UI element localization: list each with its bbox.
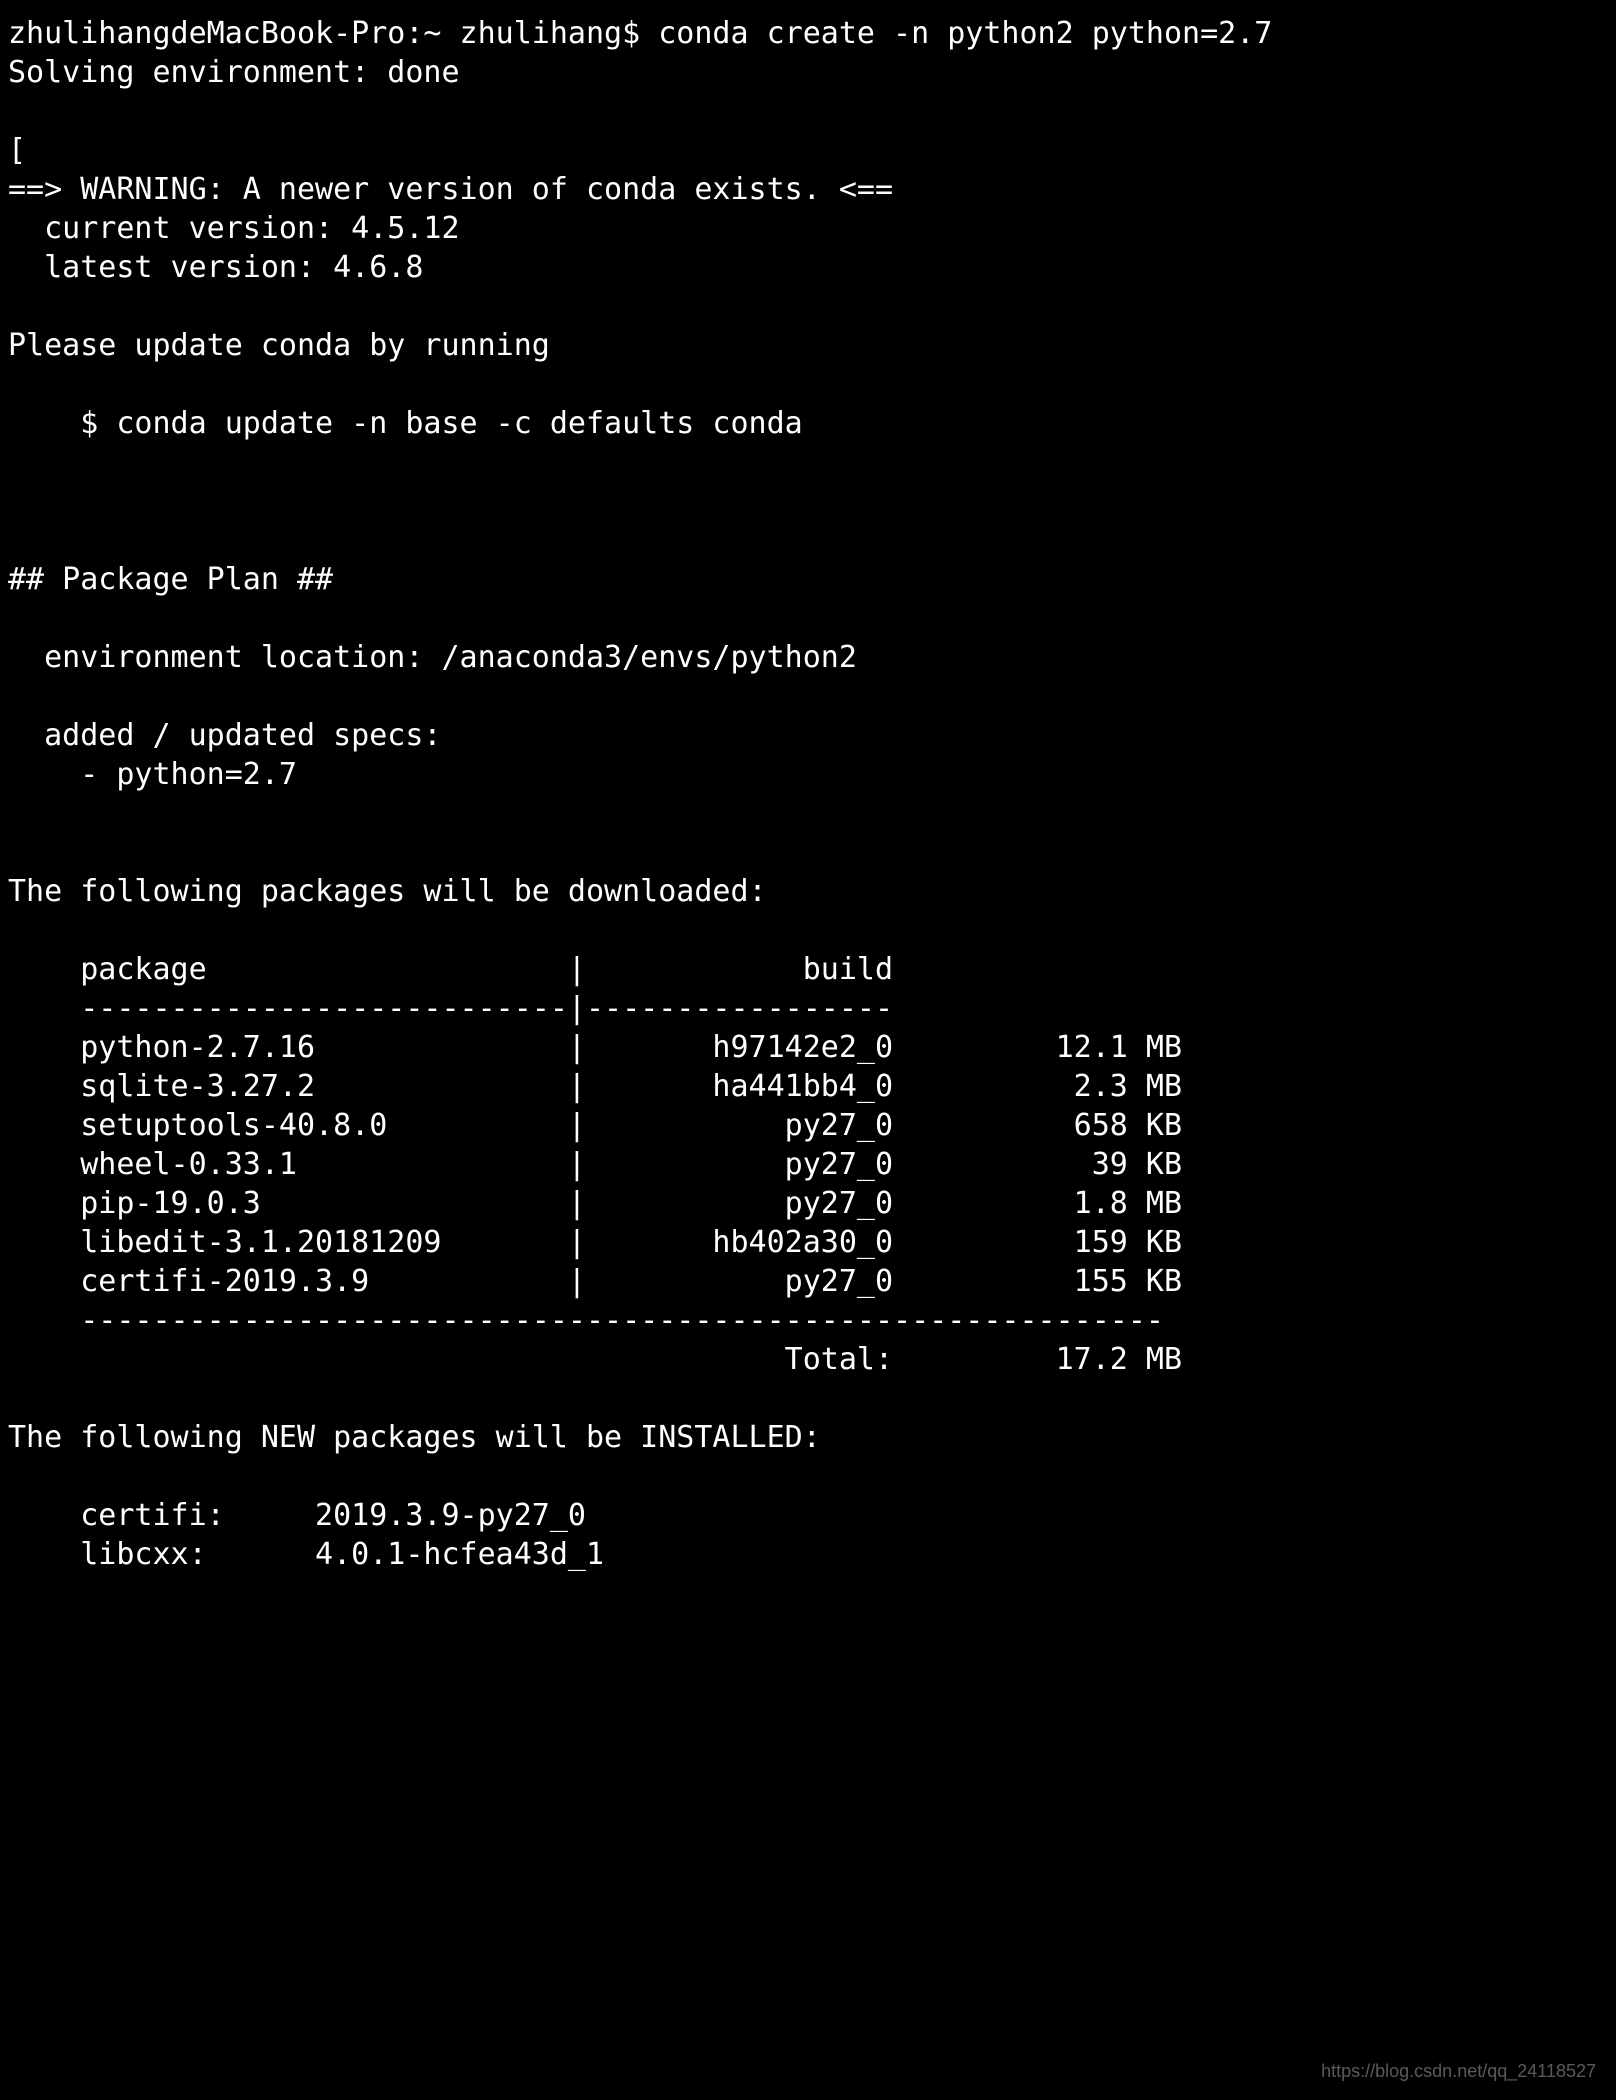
env-location: environment location: /anaconda3/envs/py…	[8, 640, 857, 675]
download-row: sqlite-3.27.2 | ha441bb4_0 2.3 MB	[8, 1069, 1182, 1104]
warning-current: current version: 4.5.12	[8, 211, 460, 246]
warning-latest: latest version: 4.6.8	[8, 250, 423, 285]
downloads-intro: The following packages will be downloade…	[8, 874, 767, 909]
download-row: python-2.7.16 | h97142e2_0 12.1 MB	[8, 1030, 1182, 1065]
downloads-header: package | build	[8, 952, 893, 987]
bracket-line: [	[8, 133, 26, 168]
prompt-command: conda create -n python2 python=2.7	[658, 16, 1272, 51]
download-row: libedit-3.1.20181209 | hb402a30_0 159 KB	[8, 1225, 1182, 1260]
spec-item: - python=2.7	[8, 757, 297, 792]
installed-row: libcxx: 4.0.1-hcfea43d_1	[8, 1537, 604, 1572]
prompt-host: zhulihangdeMacBook-Pro	[8, 16, 405, 51]
added-specs-label: added / updated specs:	[8, 718, 460, 753]
download-row: setuptools-40.8.0 | py27_0 658 KB	[8, 1108, 1182, 1143]
warning-cmd: $ conda update -n base -c defaults conda	[8, 406, 803, 441]
prompt-path: ~	[423, 16, 441, 51]
prompt-user: zhulihang	[460, 16, 623, 51]
terminal-output[interactable]: zhulihangdeMacBook-Pro:~ zhulihang$ cond…	[0, 0, 1616, 1588]
warning-please: Please update conda by running	[8, 328, 550, 363]
plan-header: ## Package Plan ##	[8, 562, 333, 597]
downloads-total: Total: 17.2 MB	[8, 1342, 1182, 1377]
watermark-text: https://blog.csdn.net/qq_24118527	[1321, 2061, 1596, 2082]
download-row: wheel-0.33.1 | py27_0 39 KB	[8, 1147, 1182, 1182]
installed-intro: The following NEW packages will be INSTA…	[8, 1420, 821, 1455]
download-row: certifi-2019.3.9 | py27_0 155 KB	[8, 1264, 1182, 1299]
downloads-sep: ---------------------------|------------…	[8, 991, 893, 1026]
installed-row: certifi: 2019.3.9-py27_0	[8, 1498, 586, 1533]
download-row: pip-19.0.3 | py27_0 1.8 MB	[8, 1186, 1182, 1221]
downloads-footer-sep: ----------------------------------------…	[8, 1303, 1164, 1338]
solving-line: Solving environment: done	[8, 55, 460, 90]
warning-title: ==> WARNING: A newer version of conda ex…	[8, 172, 893, 207]
prompt-line: zhulihangdeMacBook-Pro:~ zhulihang$ cond…	[8, 16, 1272, 51]
